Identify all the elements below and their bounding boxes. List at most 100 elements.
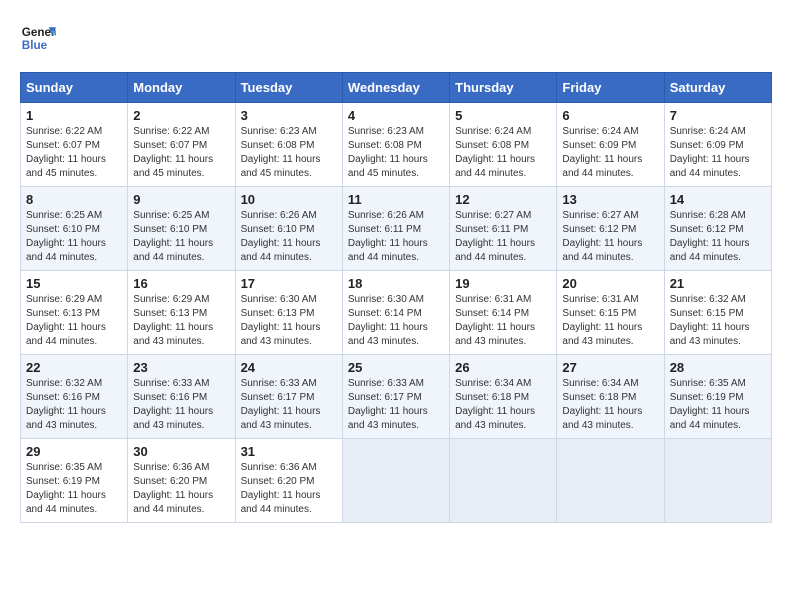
- day-info: Sunrise: 6:35 AM Sunset: 6:19 PM Dayligh…: [670, 377, 766, 433]
- day-info: Sunrise: 6:32 AM Sunset: 6:16 PM Dayligh…: [26, 377, 122, 433]
- day-info: Sunrise: 6:29 AM Sunset: 6:13 PM Dayligh…: [133, 293, 229, 349]
- calendar-cell: [557, 439, 664, 523]
- day-info: Sunrise: 6:31 AM Sunset: 6:14 PM Dayligh…: [455, 293, 551, 349]
- day-number: 31: [241, 444, 337, 459]
- day-info: Sunrise: 6:27 AM Sunset: 6:12 PM Dayligh…: [562, 209, 658, 265]
- calendar-week-1: 1Sunrise: 6:22 AM Sunset: 6:07 PM Daylig…: [21, 103, 772, 187]
- calendar-cell: 27Sunrise: 6:34 AM Sunset: 6:18 PM Dayli…: [557, 355, 664, 439]
- calendar-cell: 8Sunrise: 6:25 AM Sunset: 6:10 PM Daylig…: [21, 187, 128, 271]
- day-number: 26: [455, 360, 551, 375]
- calendar-cell: 12 Sunrise: 6:27 AM Sunset: 6:11 PM Dayli…: [450, 187, 557, 271]
- calendar-cell: 11 Sunrise: 6:26 AM Sunset: 6:11 PM Dayli…: [342, 187, 449, 271]
- day-info: Sunrise: 6:33 AM Sunset: 6:16 PM Dayligh…: [133, 377, 229, 433]
- day-info: Sunrise: 6:22 AM Sunset: 6:07 PM Dayligh…: [26, 125, 122, 181]
- calendar-cell: 24 Sunrise: 6:33 AM Sunset: 6:17 PM Dayli…: [235, 355, 342, 439]
- header-cell-thursday: Thursday: [450, 73, 557, 103]
- day-info: Sunrise: 6:33 AM Sunset: 6:17 PM Dayligh…: [241, 377, 337, 433]
- calendar-cell: 29Sunrise: 6:35 AM Sunset: 6:19 PM Dayli…: [21, 439, 128, 523]
- day-info: Sunrise: 6:33 AM Sunset: 6:17 PM Dayligh…: [348, 377, 444, 433]
- day-info: Sunrise: 6:26 AM Sunset: 6:10 PM Dayligh…: [241, 209, 337, 265]
- day-number: 17: [241, 276, 337, 291]
- logo: General Blue: [20, 20, 56, 56]
- day-info: Sunrise: 6:30 AM Sunset: 6:13 PM Dayligh…: [241, 293, 337, 349]
- day-number: 22: [26, 360, 122, 375]
- calendar-cell: 7 Sunrise: 6:24 AM Sunset: 6:09 PM Daylig…: [664, 103, 771, 187]
- header-cell-friday: Friday: [557, 73, 664, 103]
- calendar-cell: 15Sunrise: 6:29 AM Sunset: 6:13 PM Dayli…: [21, 271, 128, 355]
- day-info: Sunrise: 6:26 AM Sunset: 6:11 PM Dayligh…: [348, 209, 444, 265]
- day-number: 19: [455, 276, 551, 291]
- day-info: Sunrise: 6:27 AM Sunset: 6:11 PM Dayligh…: [455, 209, 551, 265]
- calendar-cell: 6 Sunrise: 6:24 AM Sunset: 6:09 PM Daylig…: [557, 103, 664, 187]
- day-number: 13: [562, 192, 658, 207]
- calendar-cell: 18Sunrise: 6:30 AM Sunset: 6:14 PM Dayli…: [342, 271, 449, 355]
- calendar-cell: [450, 439, 557, 523]
- logo-icon: General Blue: [20, 20, 56, 56]
- day-info: Sunrise: 6:24 AM Sunset: 6:08 PM Dayligh…: [455, 125, 551, 181]
- header-cell-monday: Monday: [128, 73, 235, 103]
- calendar-cell: 17 Sunrise: 6:30 AM Sunset: 6:13 PM Dayli…: [235, 271, 342, 355]
- calendar-cell: 30 Sunrise: 6:36 AM Sunset: 6:20 PM Dayli…: [128, 439, 235, 523]
- calendar-week-5: 29Sunrise: 6:35 AM Sunset: 6:19 PM Dayli…: [21, 439, 772, 523]
- day-number: 12: [455, 192, 551, 207]
- calendar-cell: 10 Sunrise: 6:26 AM Sunset: 6:10 PM Dayli…: [235, 187, 342, 271]
- day-info: Sunrise: 6:36 AM Sunset: 6:20 PM Dayligh…: [241, 461, 337, 517]
- svg-text:Blue: Blue: [22, 39, 48, 52]
- day-info: Sunrise: 6:28 AM Sunset: 6:12 PM Dayligh…: [670, 209, 766, 265]
- day-number: 4: [348, 108, 444, 123]
- calendar-cell: [342, 439, 449, 523]
- day-number: 16: [133, 276, 229, 291]
- calendar-cell: 14 Sunrise: 6:28 AM Sunset: 6:12 PM Dayli…: [664, 187, 771, 271]
- day-info: Sunrise: 6:36 AM Sunset: 6:20 PM Dayligh…: [133, 461, 229, 517]
- day-number: 21: [670, 276, 766, 291]
- calendar-table: SundayMondayTuesdayWednesdayThursdayFrid…: [20, 72, 772, 523]
- day-number: 10: [241, 192, 337, 207]
- calendar-cell: 21 Sunrise: 6:32 AM Sunset: 6:15 PM Dayli…: [664, 271, 771, 355]
- day-number: 5: [455, 108, 551, 123]
- day-number: 8: [26, 192, 122, 207]
- day-number: 20: [562, 276, 658, 291]
- day-number: 2: [133, 108, 229, 123]
- day-info: Sunrise: 6:25 AM Sunset: 6:10 PM Dayligh…: [133, 209, 229, 265]
- header-cell-sunday: Sunday: [21, 73, 128, 103]
- page-header: General Blue: [20, 20, 772, 56]
- day-number: 14: [670, 192, 766, 207]
- day-number: 30: [133, 444, 229, 459]
- day-number: 23: [133, 360, 229, 375]
- header-cell-wednesday: Wednesday: [342, 73, 449, 103]
- day-number: 18: [348, 276, 444, 291]
- day-info: Sunrise: 6:34 AM Sunset: 6:18 PM Dayligh…: [562, 377, 658, 433]
- day-number: 28: [670, 360, 766, 375]
- day-info: Sunrise: 6:29 AM Sunset: 6:13 PM Dayligh…: [26, 293, 122, 349]
- calendar-cell: 25 Sunrise: 6:33 AM Sunset: 6:17 PM Dayli…: [342, 355, 449, 439]
- calendar-cell: 5 Sunrise: 6:24 AM Sunset: 6:08 PM Daylig…: [450, 103, 557, 187]
- calendar-cell: 9 Sunrise: 6:25 AM Sunset: 6:10 PM Daylig…: [128, 187, 235, 271]
- header-cell-tuesday: Tuesday: [235, 73, 342, 103]
- day-info: Sunrise: 6:31 AM Sunset: 6:15 PM Dayligh…: [562, 293, 658, 349]
- calendar-cell: 19 Sunrise: 6:31 AM Sunset: 6:14 PM Dayli…: [450, 271, 557, 355]
- day-number: 9: [133, 192, 229, 207]
- day-number: 24: [241, 360, 337, 375]
- calendar-cell: 13 Sunrise: 6:27 AM Sunset: 6:12 PM Dayli…: [557, 187, 664, 271]
- day-info: Sunrise: 6:23 AM Sunset: 6:08 PM Dayligh…: [348, 125, 444, 181]
- day-info: Sunrise: 6:24 AM Sunset: 6:09 PM Dayligh…: [562, 125, 658, 181]
- header-row: SundayMondayTuesdayWednesdayThursdayFrid…: [21, 73, 772, 103]
- day-number: 11: [348, 192, 444, 207]
- day-number: 7: [670, 108, 766, 123]
- day-info: Sunrise: 6:24 AM Sunset: 6:09 PM Dayligh…: [670, 125, 766, 181]
- calendar-cell: 2Sunrise: 6:22 AM Sunset: 6:07 PM Daylig…: [128, 103, 235, 187]
- day-info: Sunrise: 6:34 AM Sunset: 6:18 PM Dayligh…: [455, 377, 551, 433]
- day-number: 6: [562, 108, 658, 123]
- day-number: 3: [241, 108, 337, 123]
- calendar-cell: 22 Sunrise: 6:32 AM Sunset: 6:16 PM Dayli…: [21, 355, 128, 439]
- calendar-cell: 4 Sunrise: 6:23 AM Sunset: 6:08 PM Daylig…: [342, 103, 449, 187]
- calendar-cell: [664, 439, 771, 523]
- day-info: Sunrise: 6:23 AM Sunset: 6:08 PM Dayligh…: [241, 125, 337, 181]
- day-info: Sunrise: 6:35 AM Sunset: 6:19 PM Dayligh…: [26, 461, 122, 517]
- calendar-week-3: 15Sunrise: 6:29 AM Sunset: 6:13 PM Dayli…: [21, 271, 772, 355]
- calendar-cell: 1Sunrise: 6:22 AM Sunset: 6:07 PM Daylig…: [21, 103, 128, 187]
- calendar-week-2: 8 Sunrise: 6:25 AM Sunset: 6:10 PM Daylig…: [21, 187, 772, 271]
- day-info: Sunrise: 6:32 AM Sunset: 6:15 PM Dayligh…: [670, 293, 766, 349]
- day-number: 25: [348, 360, 444, 375]
- calendar-cell: 20 Sunrise: 6:31 AM Sunset: 6:15 PM Dayli…: [557, 271, 664, 355]
